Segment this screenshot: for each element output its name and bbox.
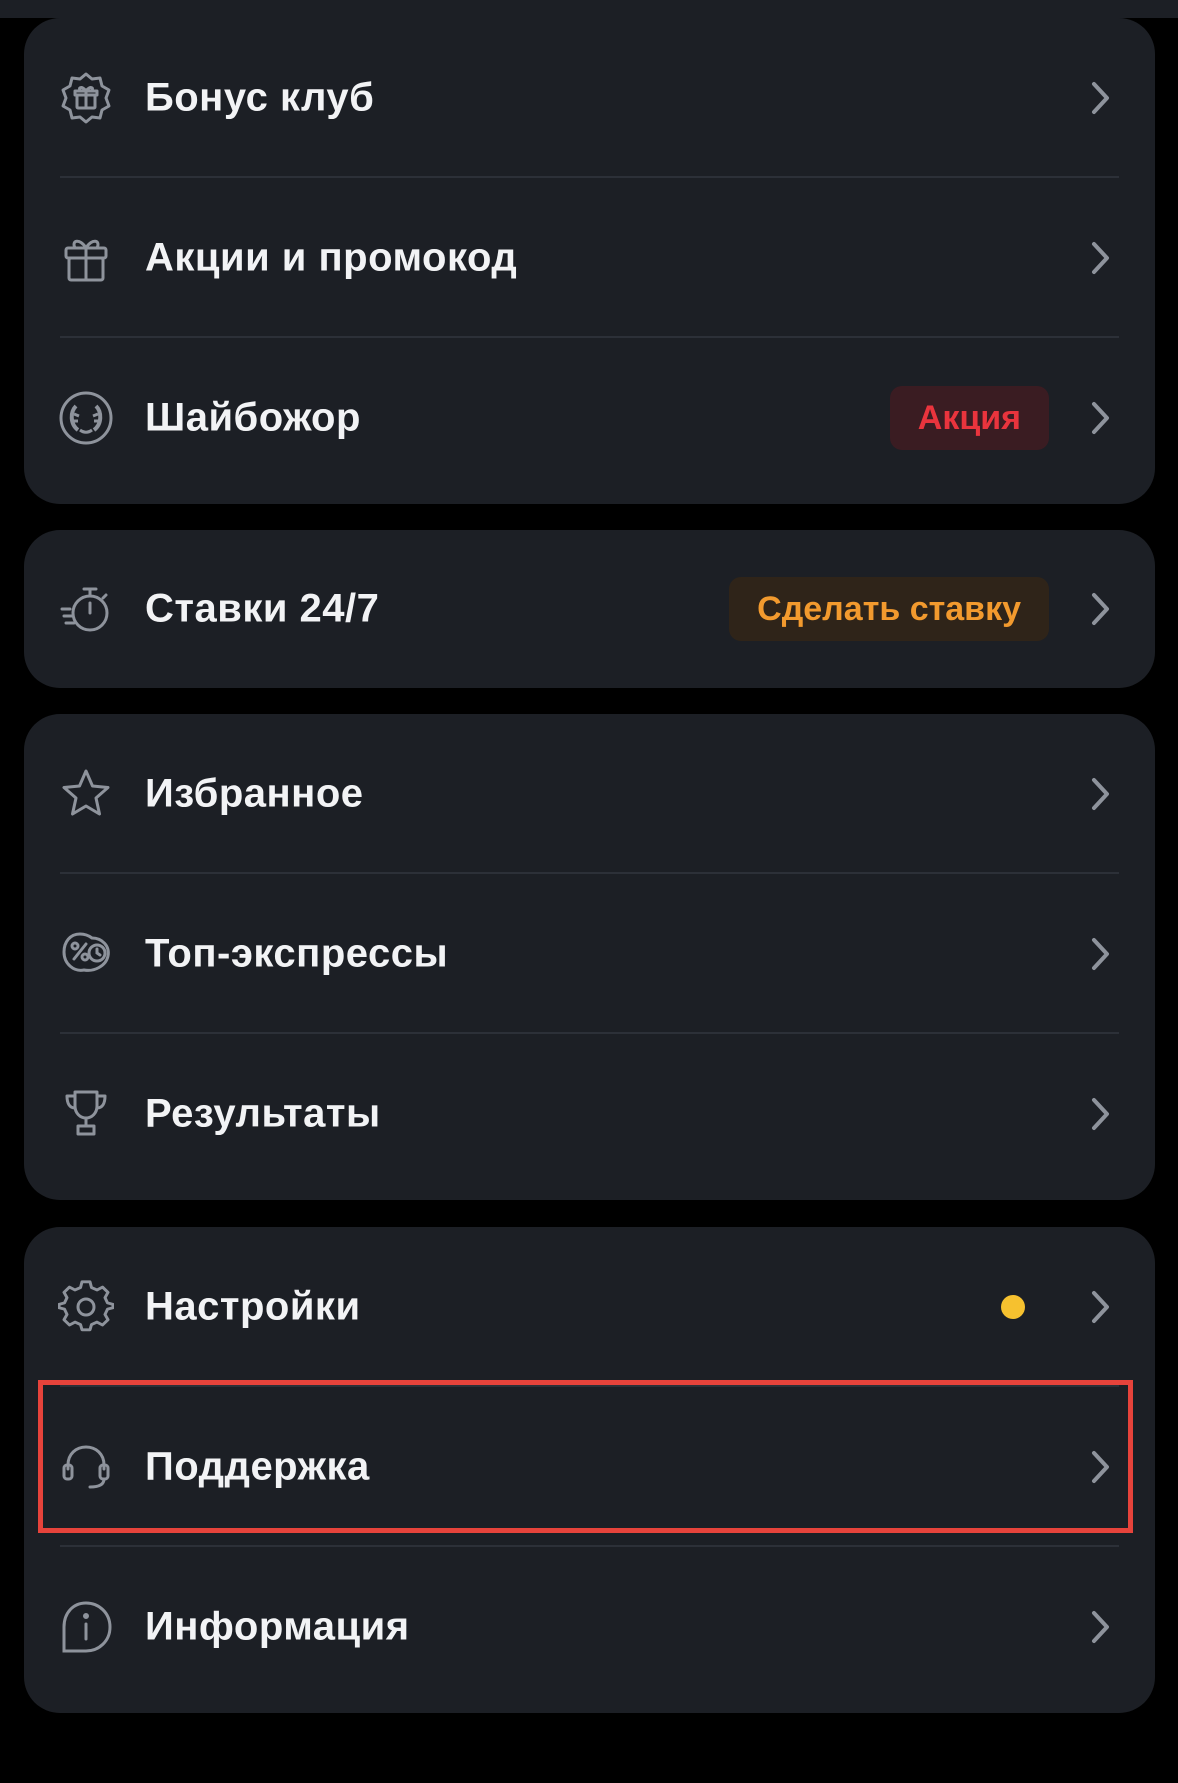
menu-item-promotions[interactable]: Акции и промокод	[24, 178, 1155, 338]
menu-item-shaybozhor[interactable]: Шайбожор Акция	[24, 338, 1155, 498]
menu-item-top-express[interactable]: Топ-экспрессы	[24, 874, 1155, 1034]
bonus-club-icon	[58, 70, 114, 126]
menu-item-bets-24-7[interactable]: Ставки 24/7 Сделать ставку	[24, 530, 1155, 688]
menu-item-favorites[interactable]: Избранное	[24, 714, 1155, 874]
menu-group-3: Избранное Топ-экспрессы Результаты	[24, 714, 1155, 1200]
menu-item-label: Топ-экспрессы	[145, 931, 449, 976]
place-bet-badge[interactable]: Сделать ставку	[729, 577, 1049, 641]
menu-item-label: Шайбожор	[145, 395, 361, 440]
star-icon	[58, 766, 114, 822]
top-edge	[0, 0, 1178, 18]
menu-item-label: Бонус клуб	[145, 75, 375, 120]
chevron-right-icon	[1085, 589, 1115, 629]
menu-item-label: Информация	[145, 1604, 410, 1649]
menu-group-4: Настройки Поддержка Информация	[24, 1227, 1155, 1713]
chevron-right-icon	[1085, 1607, 1115, 1647]
chevron-right-icon	[1085, 934, 1115, 974]
gear-icon	[58, 1279, 114, 1335]
chevron-right-icon	[1085, 398, 1115, 438]
menu-item-label: Акции и промокод	[145, 235, 518, 280]
menu-item-results[interactable]: Результаты	[24, 1034, 1155, 1194]
laurel-icon	[58, 390, 114, 446]
menu-group-2: Ставки 24/7 Сделать ставку	[24, 530, 1155, 688]
menu-item-support[interactable]: Поддержка	[24, 1387, 1155, 1547]
stopwatch-icon	[58, 581, 114, 637]
trophy-icon	[58, 1086, 114, 1142]
gift-icon	[58, 230, 114, 286]
chevron-right-icon	[1085, 1094, 1115, 1134]
notification-dot	[1001, 1295, 1025, 1319]
promo-badge[interactable]: Акция	[889, 386, 1049, 450]
menu-item-label: Избранное	[145, 771, 364, 816]
menu-item-settings[interactable]: Настройки	[24, 1227, 1155, 1387]
chevron-right-icon	[1085, 774, 1115, 814]
menu-item-label: Ставки 24/7	[145, 586, 380, 631]
chevron-right-icon	[1085, 238, 1115, 278]
chevron-right-icon	[1085, 1287, 1115, 1327]
express-icon	[58, 926, 114, 982]
menu-item-bonus-club[interactable]: Бонус клуб	[24, 18, 1155, 178]
menu-item-label: Результаты	[145, 1091, 381, 1136]
menu-item-label: Настройки	[145, 1284, 361, 1329]
menu-item-label: Поддержка	[145, 1444, 370, 1489]
headset-icon	[58, 1439, 114, 1495]
info-icon	[58, 1599, 114, 1655]
chevron-right-icon	[1085, 1447, 1115, 1487]
menu-group-1: Бонус клуб Акции и промокод Шайбожор Акц…	[24, 18, 1155, 504]
chevron-right-icon	[1085, 78, 1115, 118]
menu-item-information[interactable]: Информация	[24, 1547, 1155, 1707]
